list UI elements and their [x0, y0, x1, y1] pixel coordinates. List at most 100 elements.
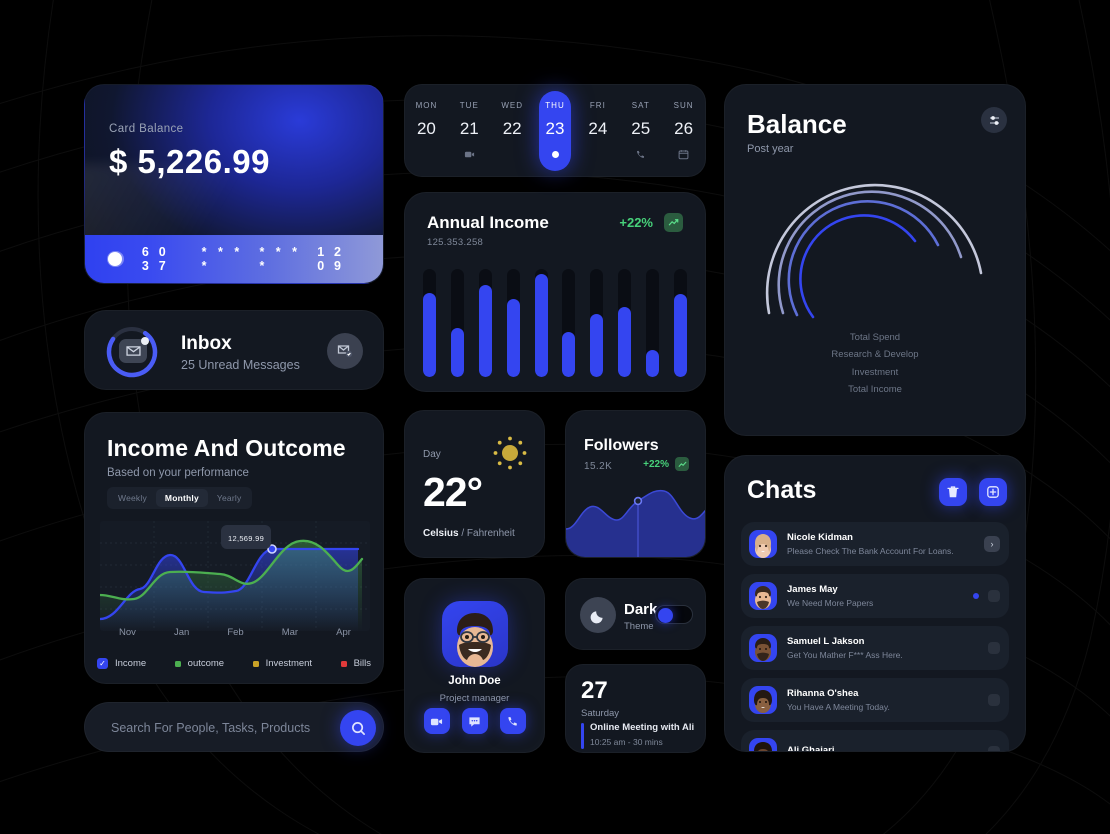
calendar-day-fri[interactable]: FRI 24	[576, 85, 619, 176]
legend-dot-investment	[252, 660, 259, 667]
followers-area-chart	[566, 489, 705, 557]
meeting-title: Online Meeting with Ali	[590, 722, 695, 733]
mail-check-icon[interactable]	[327, 333, 363, 369]
chat-menu-icon[interactable]	[988, 746, 1000, 751]
sun-icon	[493, 436, 527, 470]
balance-widget: Balance Post year Total Spend Research &…	[724, 84, 1026, 436]
chat-menu-icon[interactable]	[988, 642, 1000, 654]
card-number-strip: 6 0 3 7 * * * * * * * * 1 2 0 9	[85, 235, 383, 283]
balance-legend-total-spend: Total Spend	[849, 331, 901, 343]
card-balance-amount: $ 5,226.99	[109, 143, 270, 180]
tab-yearly[interactable]: Yearly	[208, 489, 251, 507]
calendar-day-mon[interactable]: MON 20	[405, 85, 448, 176]
add-icon[interactable]	[979, 478, 1007, 506]
dark-theme-subtitle: Theme	[624, 621, 654, 632]
chat-name: Samuel L Jakson	[787, 636, 865, 647]
chats-actions	[939, 478, 1007, 506]
chats-widget: Chats Nicole Kidman Please Check The Ban…	[724, 455, 1026, 752]
dark-theme-toggle[interactable]	[655, 605, 693, 624]
balance-legend-investment: Investment	[851, 366, 899, 378]
sliders-icon[interactable]	[981, 107, 1007, 133]
avatar	[749, 686, 777, 714]
unit-celsius[interactable]: Celsius	[423, 528, 459, 539]
calendar-dow-sun: SUN	[673, 101, 694, 110]
x-tick-apr: Apr	[336, 627, 351, 638]
bar-fill-8	[618, 306, 632, 377]
inbox-title: Inbox	[181, 333, 232, 354]
bar-track-7	[590, 269, 604, 377]
calendar-day-tue[interactable]: TUE 21	[448, 85, 491, 176]
calendar-day-sat[interactable]: SAT 25	[619, 85, 662, 176]
phone-icon	[635, 148, 646, 160]
income-outcome-widget: Income And Outcome Based on your perform…	[84, 412, 384, 684]
period-tabs: Weekly Monthly Yearly	[107, 487, 253, 509]
weather-units[interactable]: Celsius / Fahrenheit	[423, 528, 515, 539]
legend-checkbox-income[interactable]	[97, 658, 108, 669]
calendar-dow-wed: WED	[501, 101, 523, 110]
calendar-day-sun[interactable]: SUN 26	[662, 85, 705, 176]
search-input[interactable]	[111, 703, 321, 753]
meeting-widget[interactable]: 27 Saturday Online Meeting with Ali 10:2…	[565, 664, 706, 753]
calendar-dow-tue: TUE	[459, 101, 479, 110]
annual-income-bar-chart	[423, 269, 687, 377]
search-button[interactable]	[340, 710, 376, 746]
bar-fill-6	[562, 331, 576, 377]
dot-icon	[551, 148, 559, 160]
message-icon[interactable]	[461, 708, 488, 734]
chat-menu-icon[interactable]	[988, 694, 1000, 706]
trash-icon[interactable]	[939, 478, 967, 506]
moon-icon	[580, 597, 616, 633]
phone-call-icon[interactable]	[499, 708, 526, 734]
legend-item-investment[interactable]: Investment	[252, 658, 312, 669]
trend-up-icon	[664, 213, 683, 232]
bar-track-10	[673, 269, 687, 377]
chat-menu-icon[interactable]	[988, 590, 1000, 602]
card-chip-icon	[107, 251, 124, 267]
chat-name: James May	[787, 584, 838, 595]
chat-message: You Have A Meeting Today.	[787, 702, 890, 712]
bar-fill-5	[534, 274, 548, 377]
legend-item-income[interactable]: Income	[97, 658, 146, 669]
tab-monthly[interactable]: Monthly	[155, 489, 208, 507]
inbox-widget[interactable]: Inbox 25 Unread Messages	[84, 310, 384, 390]
chevron-right-icon[interactable]: ›	[984, 536, 1000, 552]
income-outcome-subtitle: Based on your performance	[107, 467, 249, 479]
legend-item-outcome[interactable]: outcome	[174, 658, 225, 669]
unread-indicator	[973, 593, 979, 599]
calendar-dow-sat: SAT	[631, 101, 650, 110]
chat-row[interactable]: Ali Ghajari	[741, 730, 1009, 751]
calendar-date-thu: 23	[545, 119, 565, 138]
avatar	[441, 601, 508, 667]
unit-fahrenheit[interactable]: Fahrenheit	[467, 528, 515, 539]
legend-label-outcome: outcome	[187, 658, 225, 669]
chat-row[interactable]: Nicole Kidman Please Check The Bank Acco…	[741, 522, 1009, 566]
bar-track-1	[423, 269, 436, 377]
video-camera-icon[interactable]	[423, 708, 450, 734]
meeting-day: Saturday	[581, 708, 620, 719]
tab-weekly[interactable]: Weekly	[109, 489, 156, 507]
chat-name: Rihanna O'shea	[787, 688, 859, 699]
calendar-day-thu-selected[interactable]: THU 23	[534, 85, 577, 176]
chat-name: Nicole Kidman	[787, 532, 853, 543]
chat-row[interactable]: James May We Need More Papers	[741, 574, 1009, 618]
avatar	[749, 634, 777, 662]
chats-list[interactable]: Nicole Kidman Please Check The Bank Acco…	[741, 522, 1009, 751]
card-number-dots1: * * * *	[201, 245, 244, 273]
bar-track-5	[534, 269, 548, 377]
chart-tooltip: 12,569.99	[221, 525, 272, 549]
chat-row[interactable]: Samuel L Jakson Get You Mather F*** Ass …	[741, 626, 1009, 670]
chat-row-actions: ›	[984, 536, 1000, 552]
profile-widget: John Doe Project manager	[404, 578, 545, 753]
search-bar[interactable]	[84, 702, 384, 753]
legend-item-bills[interactable]: Bills	[340, 658, 371, 669]
calendar-day-wed[interactable]: WED 22	[491, 85, 534, 176]
annual-income-amount: 125.353.258	[427, 237, 484, 248]
dark-theme-widget[interactable]: Dark Theme	[565, 578, 706, 650]
chat-row[interactable]: Rihanna O'shea You Have A Meeting Today.	[741, 678, 1009, 722]
card-balance-widget[interactable]: Card Balance $ 5,226.99 6 0 3 7 * * * * …	[84, 84, 384, 284]
bar-fill-9	[646, 350, 659, 377]
legend-dot-bills	[340, 660, 347, 667]
bar-fill-2	[450, 328, 464, 377]
card-number-part2: 1 2 0 9	[317, 245, 345, 273]
chat-row-actions	[988, 642, 1000, 654]
